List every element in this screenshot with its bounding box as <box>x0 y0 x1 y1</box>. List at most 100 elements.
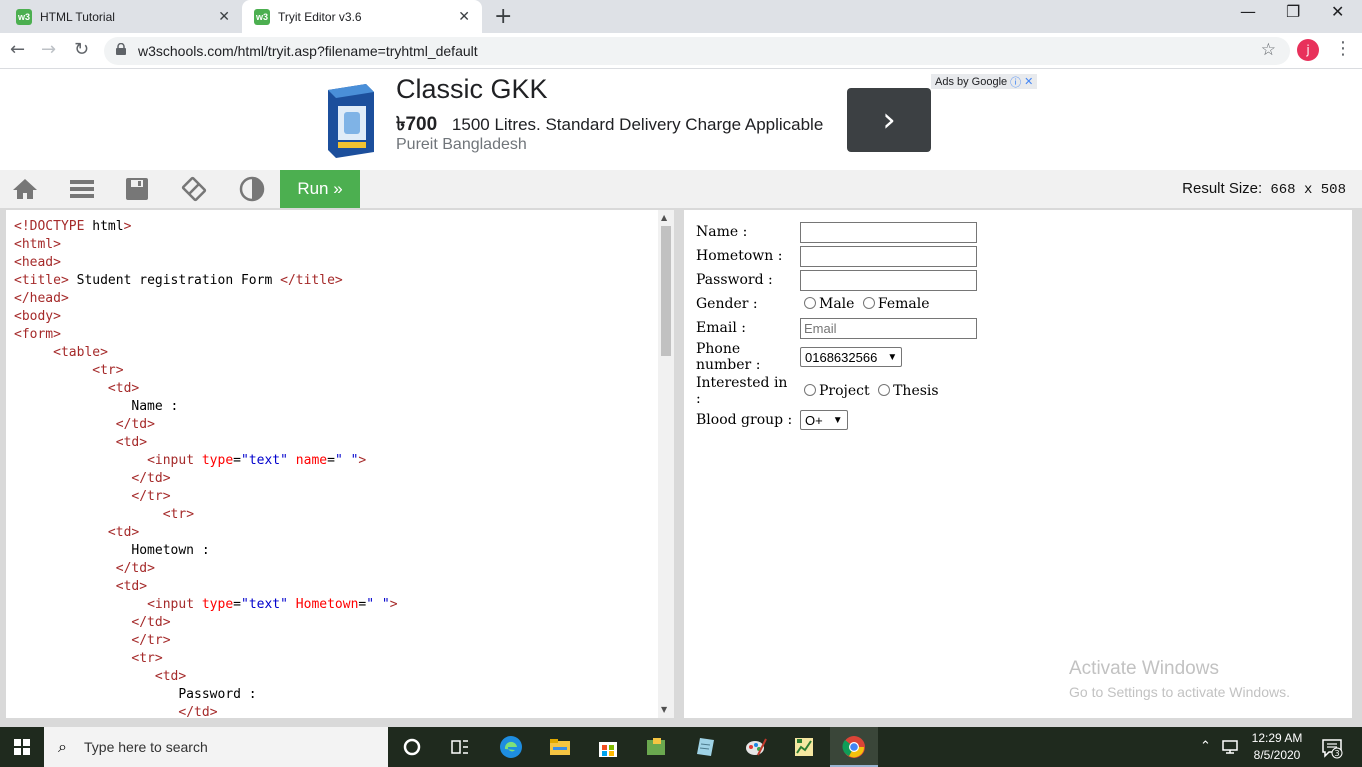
phone-select[interactable]: 0168632566 ▼ <box>800 347 903 367</box>
ad-next-button[interactable]: › <box>847 88 931 152</box>
name-input[interactable] <box>800 221 977 243</box>
code-scrollbar[interactable]: ▲ ▼ <box>658 210 674 718</box>
code-line: </td> <box>131 471 171 486</box>
code-line: <title> Student registration Form </titl… <box>14 273 343 288</box>
task-view-icon[interactable] <box>448 735 472 759</box>
app-box-icon[interactable] <box>644 735 668 759</box>
chevron-down-icon: ▼ <box>832 414 843 426</box>
email-input[interactable] <box>800 317 977 339</box>
forward-arrow-icon[interactable]: → <box>41 39 56 60</box>
info-icon[interactable]: ⓘ <box>1010 74 1021 90</box>
code-text[interactable]: <!DOCTYPE html> <html> <head> <title> St… <box>14 218 398 718</box>
password-input[interactable] <box>800 269 977 291</box>
code-line: </head> <box>14 291 69 306</box>
profile-avatar[interactable]: j <box>1297 39 1319 61</box>
run-button[interactable]: Run » <box>280 170 360 208</box>
notepad-icon[interactable] <box>694 735 718 759</box>
chrome-taskbar-button[interactable] <box>830 727 878 767</box>
tryit-toolbar: Run » Result Size: 668 x 508 <box>0 170 1362 208</box>
hometown-input[interactable] <box>800 245 977 267</box>
browser-tab-strip: w3 HTML Tutorial ✕ w3 Tryit Editor v3.6 … <box>0 0 1362 33</box>
code-line: Hometown : <box>14 543 210 558</box>
code-line: <tr> <box>92 363 124 378</box>
bookmark-star-icon[interactable]: ☆ <box>1261 40 1276 60</box>
code-line: </td> <box>178 705 218 718</box>
code-line: <input type="text" name=" "> <box>147 453 367 468</box>
email-label: Email : <box>696 320 746 336</box>
close-tab-icon[interactable]: ✕ <box>218 8 230 25</box>
code-line: <table> <box>53 345 108 360</box>
network-icon[interactable] <box>1220 738 1240 756</box>
windows-logo-icon <box>14 739 30 755</box>
watermark-subtitle: Go to Settings to activate Windows. <box>1069 684 1290 700</box>
interest-thesis-radio[interactable] <box>878 384 891 396</box>
result-size-label: Result Size: <box>1182 180 1263 197</box>
home-icon[interactable] <box>11 176 39 202</box>
ad-description: 1500 Litres. Standard Delivery Charge Ap… <box>451 115 824 134</box>
paint-icon[interactable] <box>744 735 768 759</box>
tray-chevron-up-icon[interactable]: ⌃ <box>1200 739 1211 754</box>
interest-project-radio[interactable] <box>804 384 816 396</box>
menu-kebab-icon[interactable]: ⋮ <box>1334 38 1352 59</box>
spreadsheet-icon[interactable] <box>792 735 816 759</box>
code-line: <tr> <box>162 507 195 522</box>
scroll-down-icon[interactable]: ▼ <box>661 705 667 714</box>
tab-html-tutorial[interactable]: w3 HTML Tutorial ✕ <box>0 0 242 33</box>
w3schools-favicon-icon: w3 <box>254 8 270 25</box>
save-icon[interactable] <box>123 176 151 202</box>
gender-male-radio[interactable] <box>804 297 816 309</box>
notification-center-icon[interactable]: 3 <box>1321 737 1343 759</box>
gender-male-label: Male <box>819 296 855 312</box>
phone-selected-value: 0168632566 <box>805 349 878 365</box>
clock-time: 12:29 AM <box>1251 731 1303 745</box>
scroll-thumb[interactable] <box>661 226 671 356</box>
search-placeholder: Type here to search <box>84 739 208 755</box>
form-row-password: Password : <box>694 268 979 292</box>
form-row-phone: Phone number : 0168632566 ▼ <box>694 340 979 374</box>
notification-count: 3 <box>1334 749 1339 758</box>
registration-form: Name : Hometown : Password : Gender : Ma… <box>694 220 979 432</box>
theme-contrast-icon[interactable] <box>238 176 266 202</box>
code-line: <form> <box>14 327 61 342</box>
form-row-name: Name : <box>694 220 979 244</box>
gender-female-radio[interactable] <box>862 297 875 309</box>
windows-activation-watermark: Activate Windows Go to Settings to activ… <box>1069 658 1290 700</box>
edge-browser-icon[interactable] <box>499 735 523 759</box>
file-explorer-icon[interactable] <box>548 735 572 759</box>
ad-banner[interactable]: Classic GKK ৳700 1500 Litres. Standard D… <box>0 70 1362 170</box>
cortana-icon[interactable] <box>400 735 424 759</box>
restore-icon[interactable]: ❐ <box>1286 2 1300 21</box>
form-row-hometown: Hometown : <box>694 244 979 268</box>
code-line: </td> <box>115 561 155 576</box>
code-line: <input type="text" Hometown=" "> <box>147 597 398 612</box>
blood-group-select[interactable]: O+ ▼ <box>800 410 848 430</box>
ad-choices[interactable]: Ads by Google ⓘ ✕ <box>931 74 1038 90</box>
close-ad-icon[interactable]: ✕ <box>1024 75 1033 88</box>
ads-by-google-label: Ads by Google <box>935 75 1008 88</box>
password-label: Password : <box>696 272 773 288</box>
minimize-icon[interactable]: — <box>1240 2 1256 21</box>
scroll-up-icon[interactable]: ▲ <box>661 213 667 222</box>
ad-title[interactable]: Classic GKK <box>396 74 548 105</box>
new-tab-button[interactable]: + <box>494 4 512 29</box>
clock-date: 8/5/2020 <box>1253 748 1301 762</box>
start-button[interactable] <box>0 727 44 767</box>
menu-icon[interactable] <box>68 176 96 202</box>
search-icon: ⌕ <box>58 737 67 756</box>
browser-toolbar: ← → ↻ w3schools.com/html/tryit.asp?filen… <box>0 33 1362 69</box>
reload-icon[interactable]: ↻ <box>74 39 89 60</box>
windows-taskbar: ⌕ Type here to search ⌃ 12:29 AM 8/5/202… <box>0 727 1362 767</box>
taskbar-search[interactable]: ⌕ Type here to search <box>44 727 388 767</box>
address-bar[interactable]: w3schools.com/html/tryit.asp?filename=tr… <box>104 37 1290 65</box>
rotate-layout-icon[interactable] <box>180 176 208 202</box>
tab-tryit-editor[interactable]: w3 Tryit Editor v3.6 ✕ <box>242 0 482 33</box>
close-window-icon[interactable]: ✕ <box>1331 2 1344 21</box>
code-line: </tr> <box>131 489 171 504</box>
code-editor[interactable]: <!DOCTYPE html> <html> <head> <title> St… <box>6 210 674 718</box>
system-clock[interactable]: 12:29 AM 8/5/2020 <box>1240 730 1314 764</box>
lock-icon <box>116 43 126 55</box>
back-arrow-icon[interactable]: ← <box>10 39 25 60</box>
store-icon[interactable] <box>596 735 620 759</box>
close-tab-icon[interactable]: ✕ <box>458 8 470 25</box>
phone-label: Phone number : <box>696 341 761 373</box>
